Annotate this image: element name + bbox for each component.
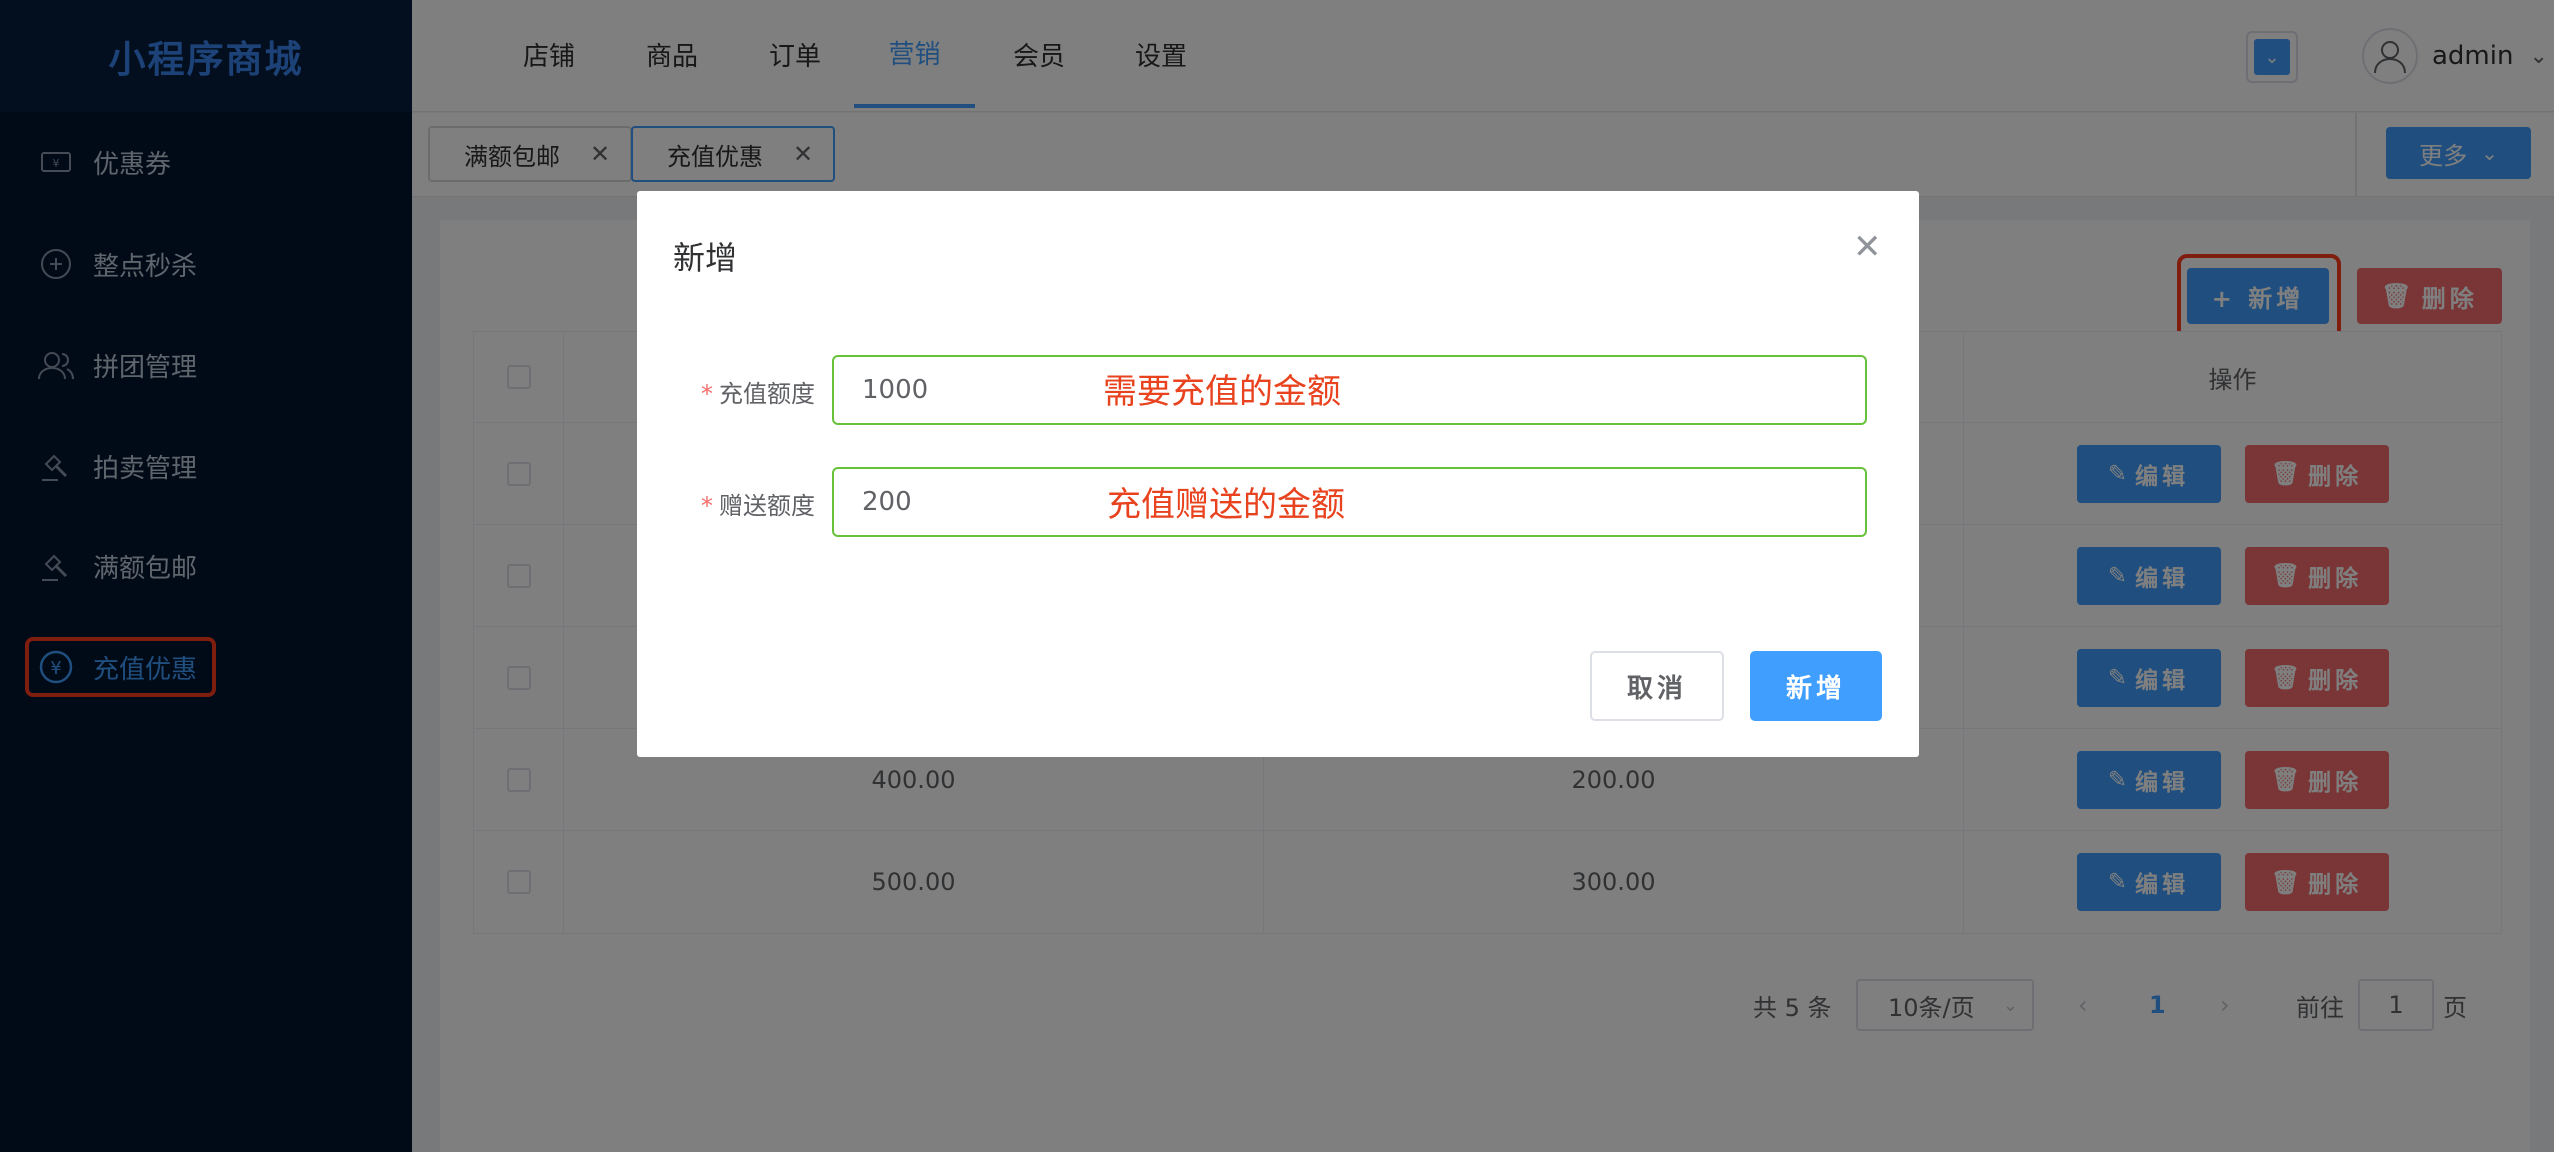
gift-amount-input[interactable]: 200 (832, 467, 1867, 537)
annotation-text: 需要充值的金额 (1103, 372, 1341, 412)
add-dialog: 新增 ✕ * 充值额度 1000 需要充值的金额 * 赠送额度 200 充值赠送的金… (637, 191, 1919, 757)
input-value: 200 (862, 487, 912, 517)
cancel-button[interactable]: 取消 (1590, 651, 1724, 721)
dialog-title: 新增 (673, 239, 738, 277)
annotation-text: 充值赠送的金额 (1107, 485, 1345, 525)
required-asterisk: * (701, 380, 713, 408)
field-label-gift: * 赠送额度 (701, 492, 815, 520)
required-asterisk: * (701, 492, 713, 520)
field-label-recharge: * 充值额度 (701, 380, 815, 408)
confirm-add-button[interactable]: 新增 (1750, 651, 1882, 721)
recharge-amount-input[interactable]: 1000 (832, 355, 1867, 425)
input-value: 1000 (862, 375, 929, 405)
close-icon[interactable]: ✕ (1853, 227, 1882, 267)
